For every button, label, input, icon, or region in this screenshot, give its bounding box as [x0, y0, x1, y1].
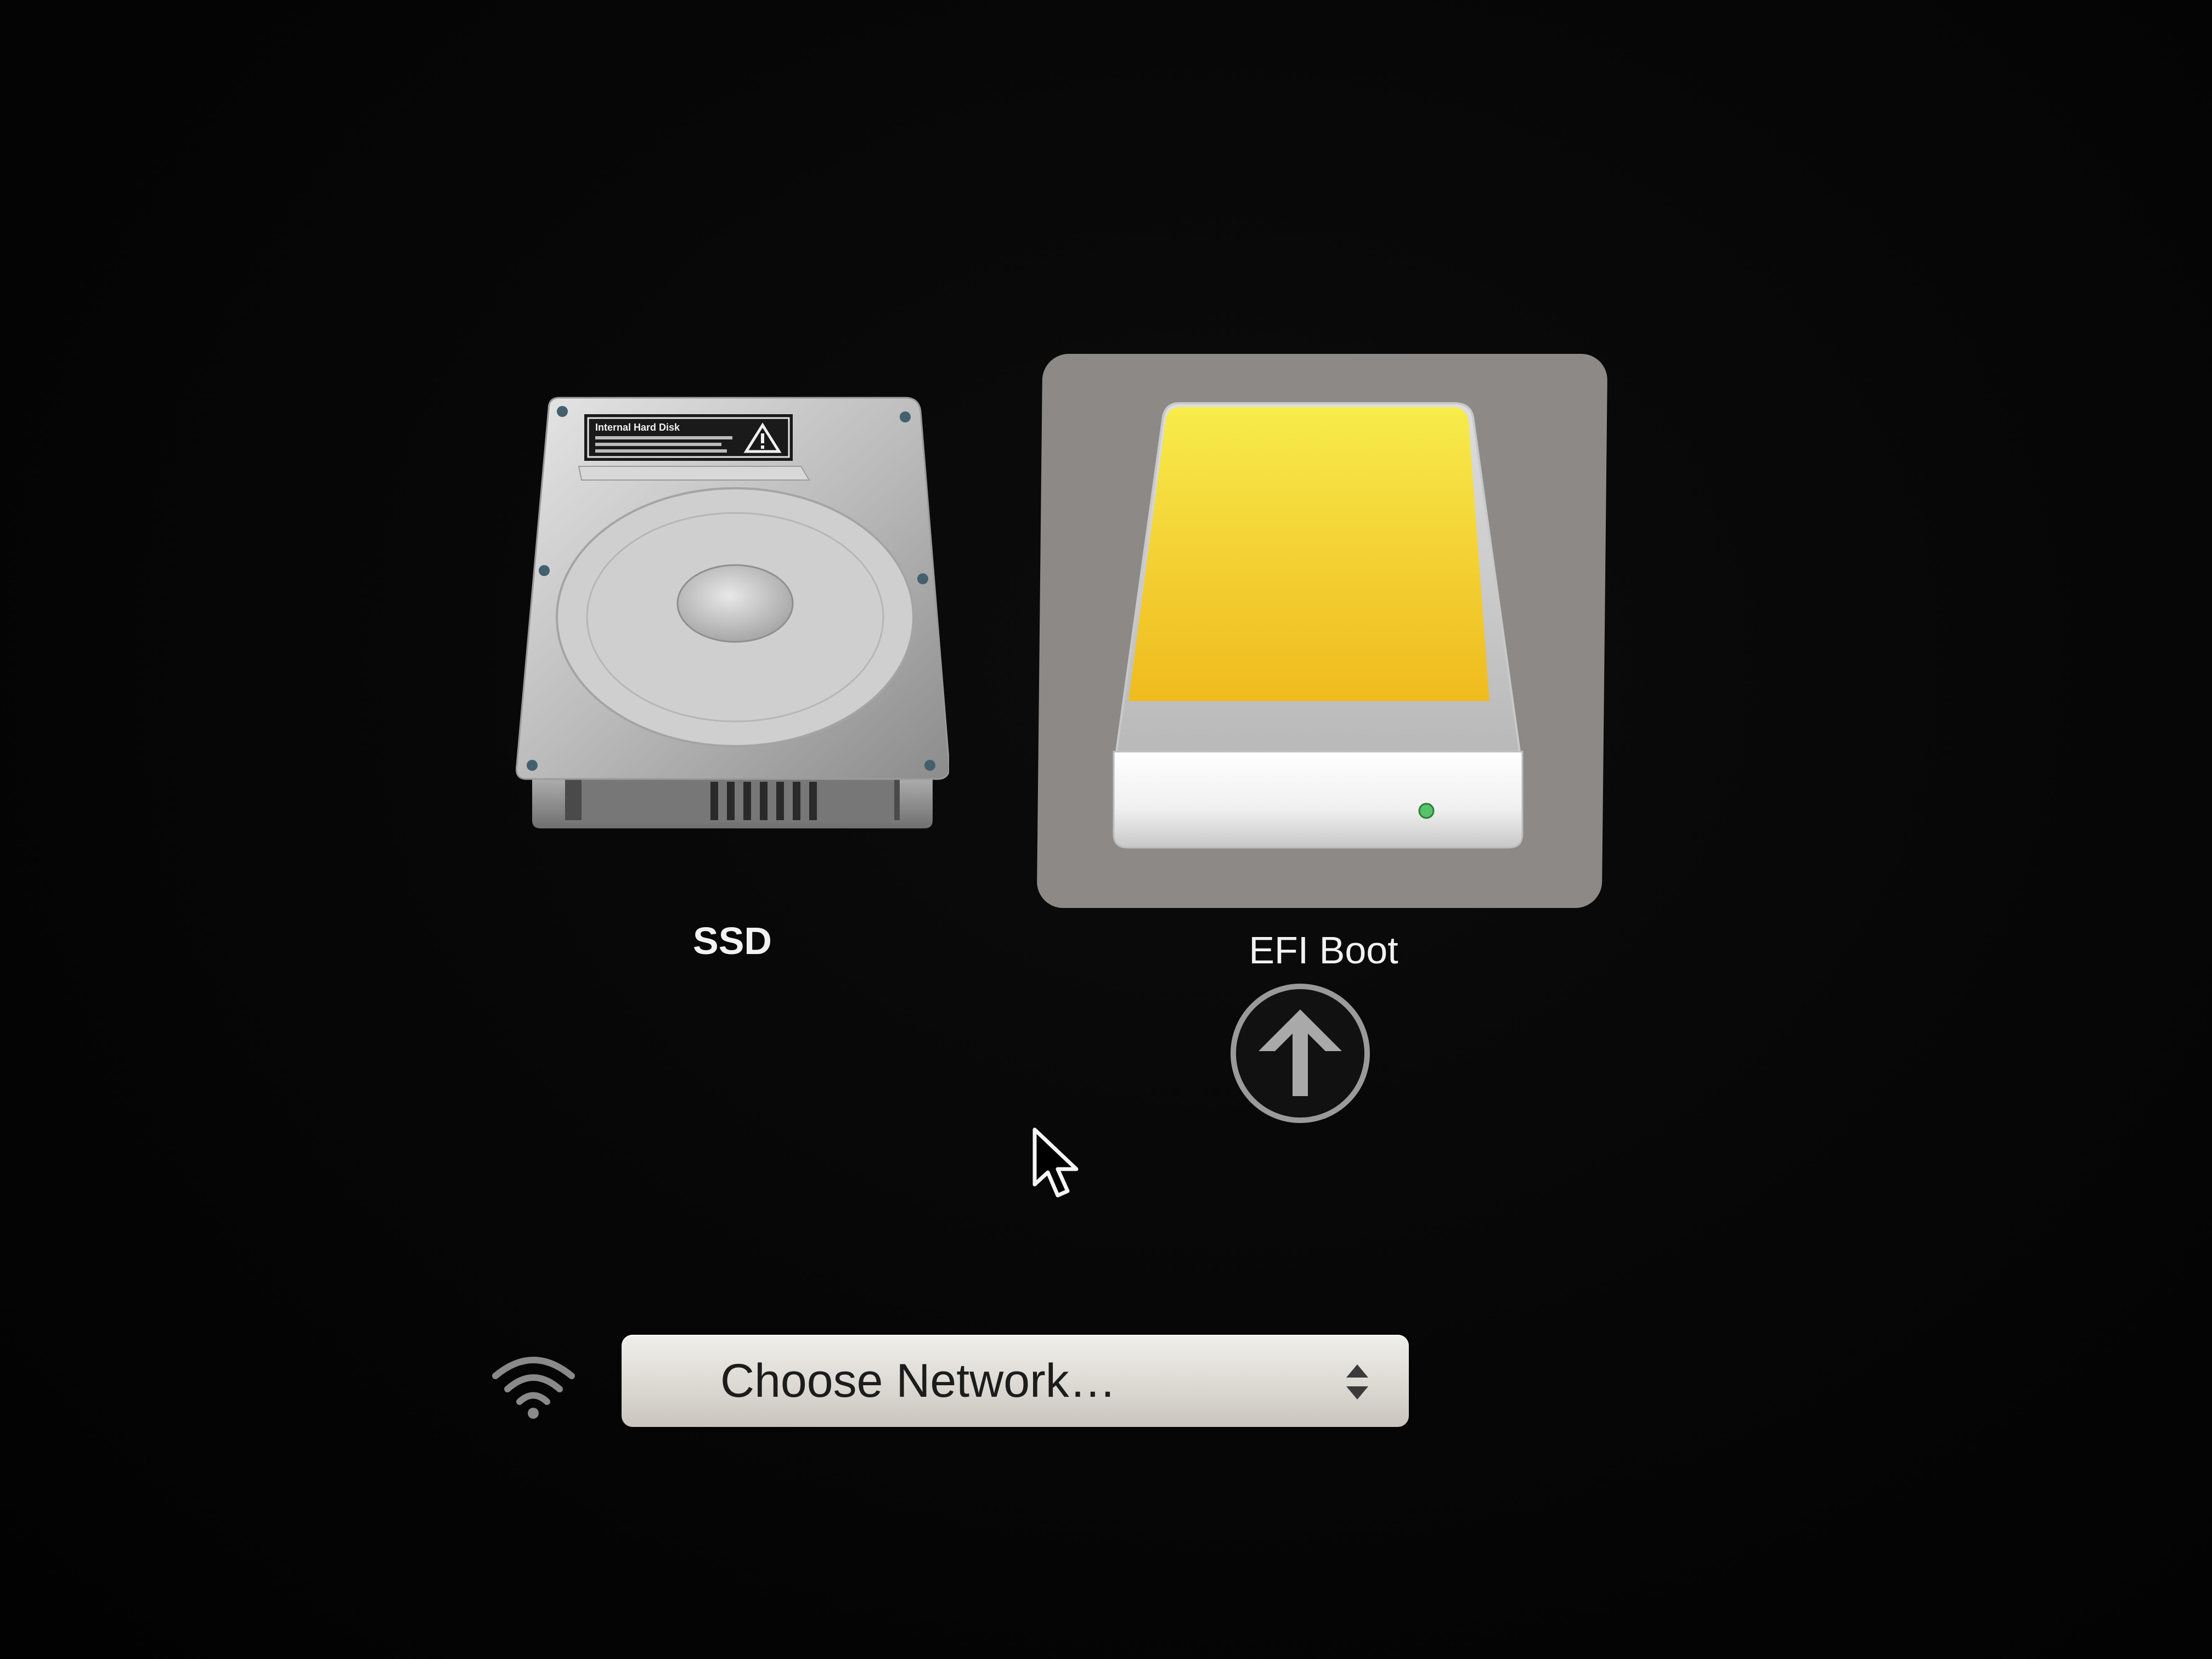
volume-label-ssd: SSD	[693, 919, 772, 962]
choose-network-label: Choose Network…	[720, 1355, 1116, 1407]
hdd-sticker-title: Internal Hard Disk	[595, 422, 680, 433]
volume-label-efi-boot: EFI Boot	[1249, 929, 1398, 972]
external-drive-icon	[1113, 402, 1523, 849]
startup-manager-screen: Internal Hard Disk SSD EFI Boot Choose N…	[0, 0, 2212, 1659]
mouse-pointer-icon	[1032, 1127, 1079, 1198]
internal-hard-disk-icon: Internal Hard Disk	[516, 397, 949, 828]
choose-network-popup[interactable]: Choose Network…	[622, 1335, 1409, 1427]
up-arrow-circle-icon[interactable]	[1228, 981, 1373, 1126]
up-down-chevron-icon	[1346, 1364, 1368, 1400]
wifi-icon	[492, 1357, 575, 1419]
